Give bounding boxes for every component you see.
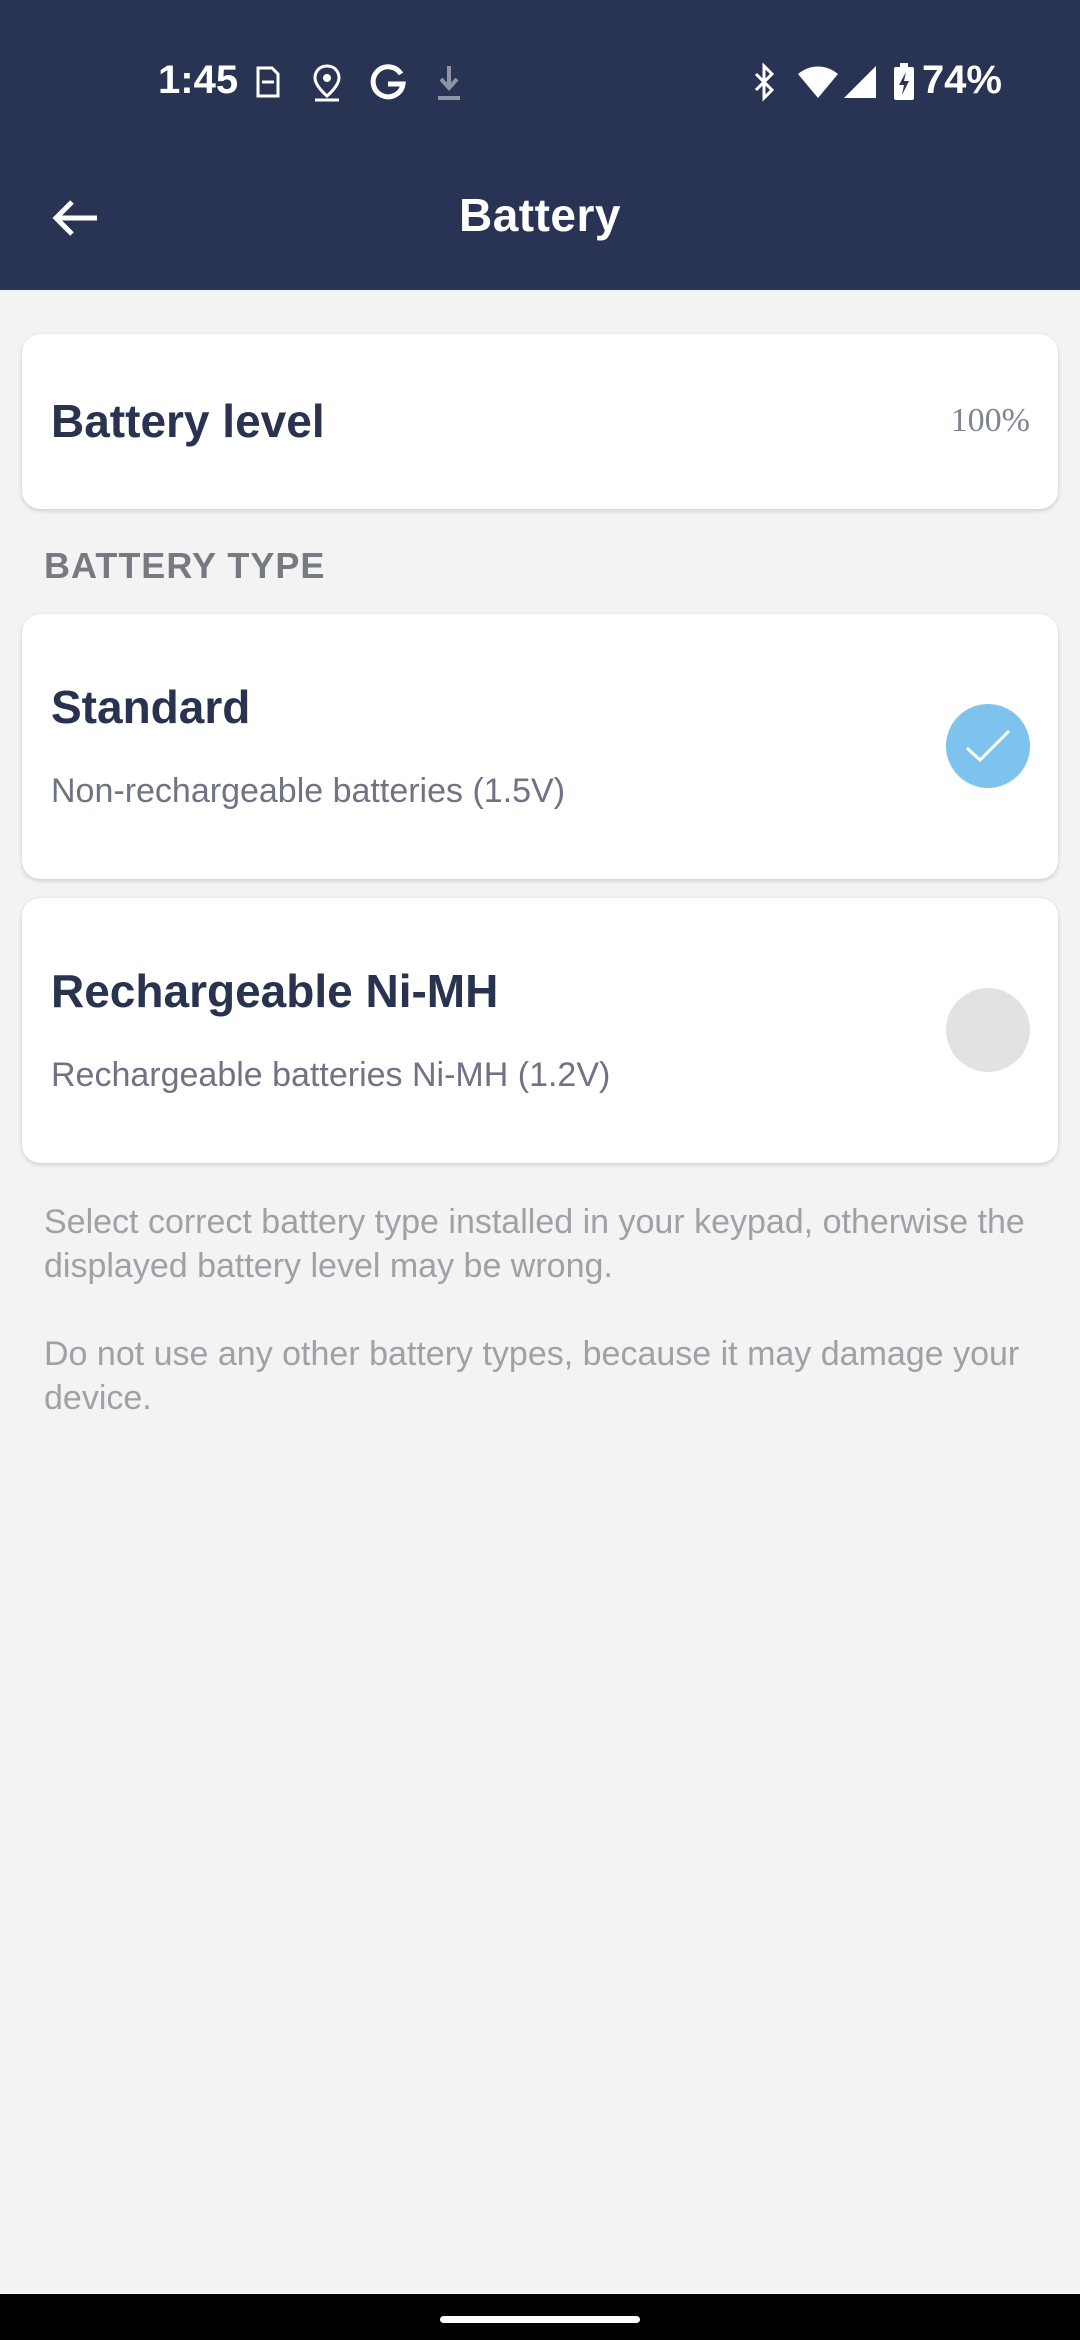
option-title: Rechargeable Ni-MH xyxy=(51,965,499,1017)
status-time: 1:45 xyxy=(158,58,239,102)
option-subtitle: Non-rechargeable batteries (1.5V) xyxy=(51,772,566,810)
note-warning: Do not use any other battery types, beca… xyxy=(44,1335,1020,1417)
bluetooth-icon xyxy=(754,62,775,102)
battery-percent: 74% xyxy=(921,58,1002,102)
radio-selected[interactable] xyxy=(946,704,1030,788)
sim-card-icon xyxy=(256,66,280,98)
navigation-bar xyxy=(0,2294,1080,2340)
battery-level-card: Battery level 100% xyxy=(22,334,1058,509)
app-bar: Battery xyxy=(0,163,1080,290)
radio-unselected[interactable] xyxy=(946,988,1030,1072)
wifi-icon xyxy=(798,66,838,98)
battery-option-nimh[interactable]: Rechargeable Ni-MH Rechargeable batterie… xyxy=(22,898,1058,1163)
checkmark-icon xyxy=(965,729,1011,763)
battery-level-label: Battery level xyxy=(51,395,325,447)
status-bar: 1:45 74% xyxy=(0,0,1080,163)
home-handle[interactable] xyxy=(440,2316,640,2323)
option-title: Standard xyxy=(51,681,251,733)
download-icon xyxy=(438,66,460,100)
note-battery-type: Select correct battery type installed in… xyxy=(44,1203,1025,1285)
signal-icon xyxy=(844,66,876,98)
google-icon xyxy=(370,64,406,100)
option-subtitle: Rechargeable batteries Ni-MH (1.2V) xyxy=(51,1056,611,1094)
battery-level-value: 100% xyxy=(950,402,1030,439)
battery-option-standard[interactable]: Standard Non-rechargeable batteries (1.5… xyxy=(22,614,1058,879)
page-title: Battery xyxy=(458,189,621,241)
battery-type-header: BATTERY TYPE xyxy=(44,545,326,586)
location-icon xyxy=(313,64,341,102)
battery-charging-icon xyxy=(894,63,914,100)
